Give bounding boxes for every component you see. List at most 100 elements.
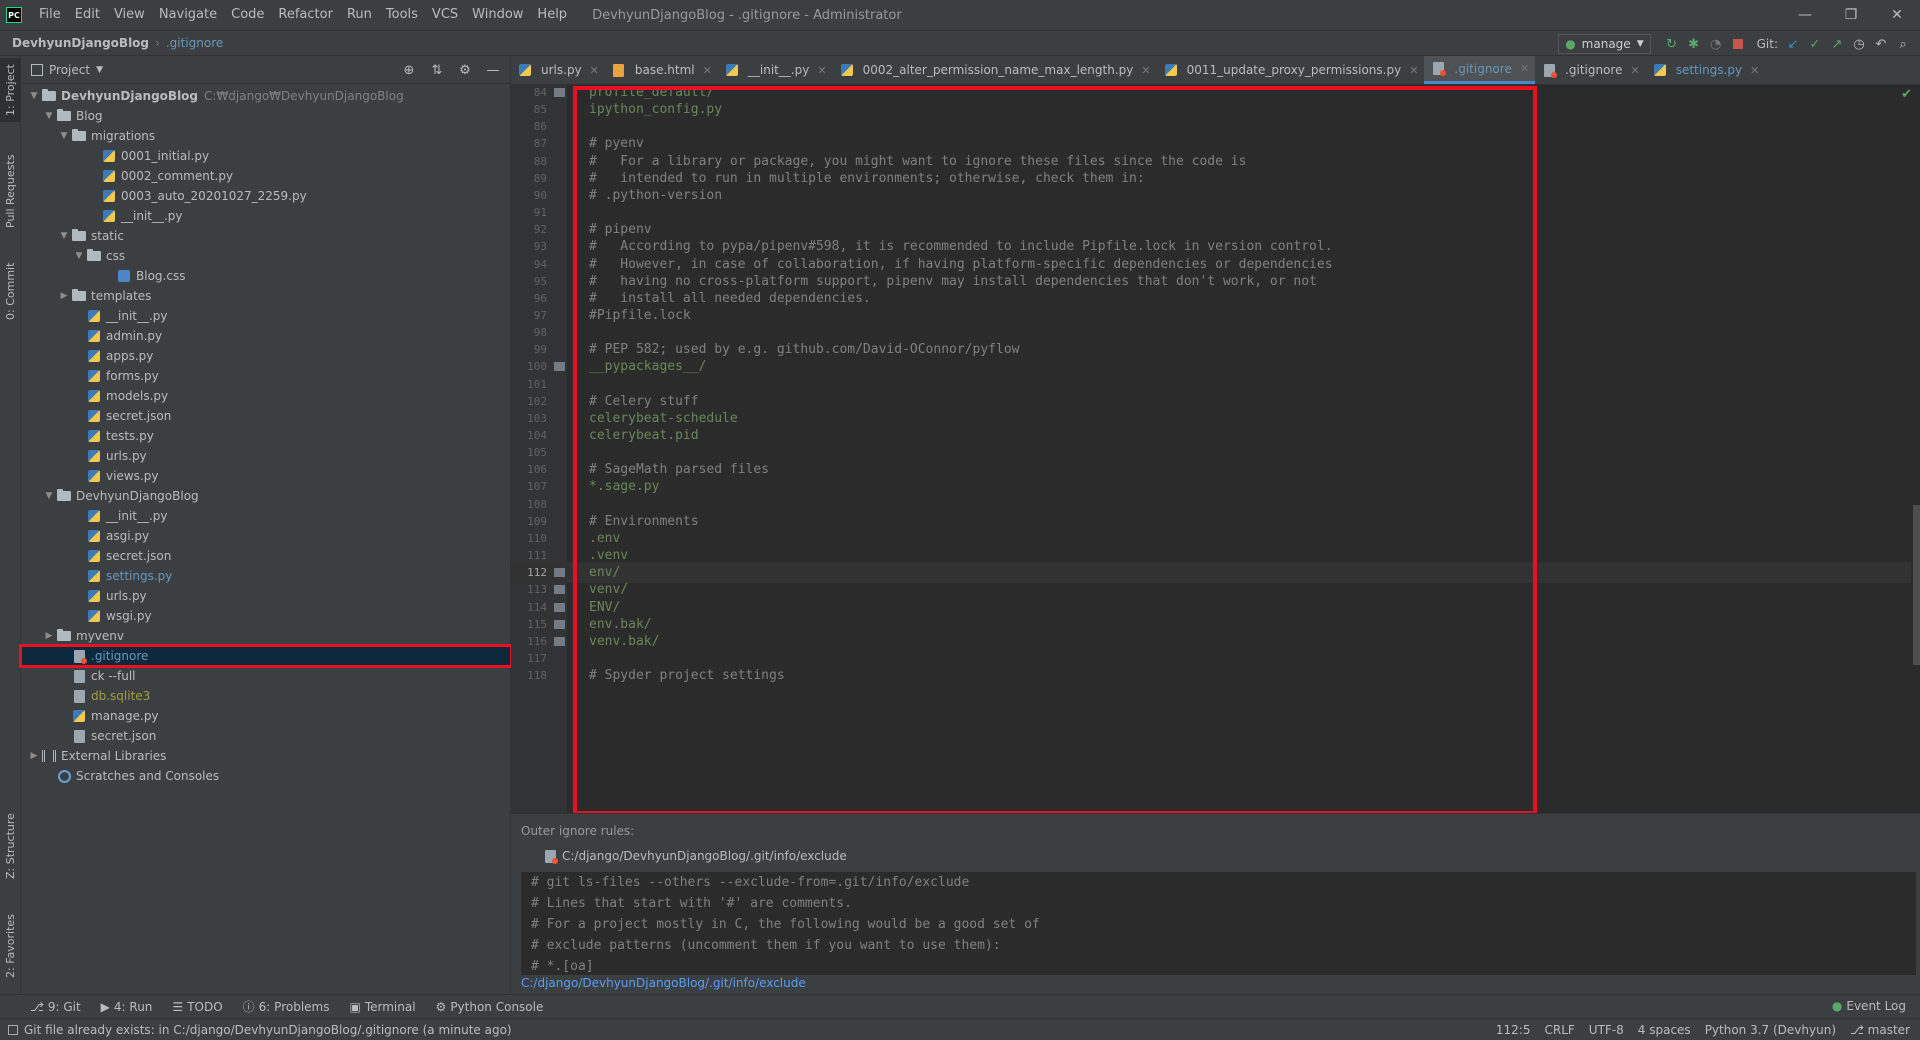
tree-folder[interactable]: ▼ DevhyunDjangoBlog (21, 486, 511, 506)
search-icon[interactable]: ⌕ (1892, 34, 1914, 54)
tree-file[interactable]: ck --full (21, 666, 511, 686)
tool-tab-favorites[interactable]: 2: Favorites (0, 901, 21, 991)
close-tab-icon[interactable]: ✕ (1520, 62, 1529, 75)
editor-tab[interactable]: .gitignore ✕ (1535, 56, 1646, 84)
chevron-right-icon[interactable]: ▶ (27, 751, 41, 761)
chevron-right-icon[interactable]: ▶ (42, 631, 56, 641)
tool-window-terminal[interactable]: ▣ Terminal (339, 998, 425, 1015)
folder-marker-icon[interactable] (551, 568, 567, 578)
gear-icon[interactable]: ⚙ (454, 60, 476, 80)
menu-refactor[interactable]: Refactor (271, 0, 340, 30)
close-tab-icon[interactable]: ✕ (1750, 64, 1759, 77)
editor-tab[interactable]: 0002_alter_permission_name_max_length.py… (833, 56, 1157, 84)
menu-window[interactable]: Window (465, 0, 530, 30)
history-icon[interactable]: ◷ (1848, 34, 1870, 54)
chevron-down-icon[interactable]: ▼ (96, 65, 103, 75)
tree-file[interactable]: urls.py (21, 586, 511, 606)
chevron-down-icon[interactable]: ▼ (42, 111, 56, 121)
chevron-down-icon[interactable]: ▼ (42, 491, 56, 501)
git-push-icon[interactable]: ↗ (1826, 34, 1848, 54)
tree-file[interactable]: wsgi.py (21, 606, 511, 626)
editor-tab[interactable]: 0011_update_proxy_permissions.py ✕ (1157, 56, 1425, 84)
python-interpreter[interactable]: Python 3.7 (Devhyun) (1705, 1023, 1836, 1037)
chevron-down-icon[interactable]: ▼ (57, 231, 71, 241)
tree-folder[interactable]: ▶ myvenv (21, 626, 511, 646)
chevron-right-icon[interactable]: ▶ (57, 291, 71, 301)
tree-file[interactable]: urls.py (21, 446, 511, 466)
tool-window-python-console[interactable]: ⚙ Python Console (426, 998, 554, 1015)
tree-file[interactable]: forms.py (21, 366, 511, 386)
indent-setting[interactable]: 4 spaces (1638, 1023, 1691, 1037)
inspection-ok-icon[interactable]: ✔ (1901, 87, 1912, 102)
menu-file[interactable]: File (32, 0, 68, 30)
tree-file[interactable]: secret.json (21, 726, 511, 746)
debug-icon[interactable]: ✱ (1683, 34, 1705, 54)
tree-file[interactable]: apps.py (21, 346, 511, 366)
close-tab-icon[interactable]: ✕ (590, 64, 599, 77)
chevron-down-icon[interactable]: ▼ (27, 91, 41, 101)
tool-tab-pull-requests[interactable]: Pull Requests (0, 146, 21, 236)
collapse-all-icon[interactable]: ⇅ (426, 60, 448, 80)
status-message[interactable]: Git file already exists: in C:/django/De… (8, 1023, 512, 1037)
chevron-down-icon[interactable]: ▼ (72, 251, 86, 261)
menu-view[interactable]: View (107, 0, 152, 30)
tree-file[interactable]: Scratches and Consoles (21, 766, 511, 786)
tree-folder[interactable]: ▼ migrations (21, 126, 511, 146)
close-tab-icon[interactable]: ✕ (817, 64, 826, 77)
tree-file[interactable]: secret.json (21, 406, 511, 426)
outer-rules-content[interactable]: # git ls-files --others --exclude-from=.… (521, 872, 1916, 975)
menu-code[interactable]: Code (224, 0, 271, 30)
tree-file[interactable]: __init__.py (21, 206, 511, 226)
close-tab-icon[interactable]: ✕ (1630, 64, 1639, 77)
tool-window-6-problems[interactable]: ⓘ 6: Problems (233, 998, 340, 1015)
close-tab-icon[interactable]: ✕ (1141, 64, 1150, 77)
folder-marker-icon[interactable] (551, 88, 567, 97)
folder-marker-icon[interactable] (551, 585, 567, 595)
tree-folder[interactable]: ▶ templates (21, 286, 511, 306)
git-update-icon[interactable]: ↙ (1782, 34, 1804, 54)
tree-file[interactable]: tests.py (21, 426, 511, 446)
tool-tab-commit[interactable]: 0: Commit (0, 256, 21, 326)
rollback-icon[interactable]: ↶ (1870, 34, 1892, 54)
close-tab-icon[interactable]: ✕ (703, 64, 712, 77)
folder-marker-icon[interactable] (551, 602, 567, 612)
run-configuration-dropdown[interactable]: ● manage ▼ (1558, 34, 1651, 54)
editor-tab[interactable]: urls.py ✕ (511, 56, 605, 84)
tree-folder[interactable]: ▼ static (21, 226, 511, 246)
menu-tools[interactable]: Tools (379, 0, 425, 30)
locate-icon[interactable]: ⊕ (398, 60, 420, 80)
tree-file[interactable]: models.py (21, 386, 511, 406)
tree-file[interactable]: 0003_auto_20201027_2259.py (21, 186, 511, 206)
tree-file[interactable]: 0002_comment.py (21, 166, 511, 186)
code-editor[interactable]: 84 profile_default/85 ipython_config.py 86 8… (511, 85, 1920, 813)
git-branch[interactable]: ⎇ master (1850, 1023, 1910, 1037)
tree-file[interactable]: .gitignore (19, 644, 513, 668)
tree-file[interactable]: secret.json (21, 546, 511, 566)
editor-scrollbar[interactable] (1913, 505, 1920, 665)
menu-vcs[interactable]: VCS (425, 0, 465, 30)
line-separator[interactable]: CRLF (1544, 1023, 1574, 1037)
tree-file[interactable]: asgi.py (21, 526, 511, 546)
folder-marker-icon[interactable] (551, 362, 567, 372)
close-button[interactable]: ✕ (1874, 0, 1920, 30)
tool-window-9-git[interactable]: ⎇ 9: Git (20, 998, 91, 1015)
menu-run[interactable]: Run (340, 0, 379, 30)
restore-button[interactable]: ❐ (1828, 0, 1874, 30)
tool-window-4-run[interactable]: ▶ 4: Run (91, 998, 163, 1015)
folder-marker-icon[interactable] (551, 636, 567, 646)
tool-tab-structure[interactable]: Z: Structure (0, 806, 21, 886)
stop-icon[interactable] (1727, 34, 1749, 54)
minimize-button[interactable]: — (1782, 0, 1828, 30)
outer-rules-link[interactable]: C:/django/DevhyunDjangoBlog/.git/info/ex… (521, 976, 806, 990)
menu-navigate[interactable]: Navigate (152, 0, 224, 30)
tree-file[interactable]: admin.py (21, 326, 511, 346)
hide-panel-icon[interactable]: — (482, 60, 504, 80)
editor-tab[interactable]: base.html ✕ (605, 56, 718, 84)
editor-tab[interactable]: __init__.py ✕ (718, 56, 833, 84)
git-commit-icon[interactable]: ✓ (1804, 34, 1826, 54)
tree-folder[interactable]: ▼ Blog (21, 106, 511, 126)
caret-position[interactable]: 112:5 (1496, 1023, 1531, 1037)
tree-file[interactable]: 0001_initial.py (21, 146, 511, 166)
menu-help[interactable]: Help (530, 0, 574, 30)
breadcrumb-file[interactable]: .gitignore (166, 36, 223, 50)
